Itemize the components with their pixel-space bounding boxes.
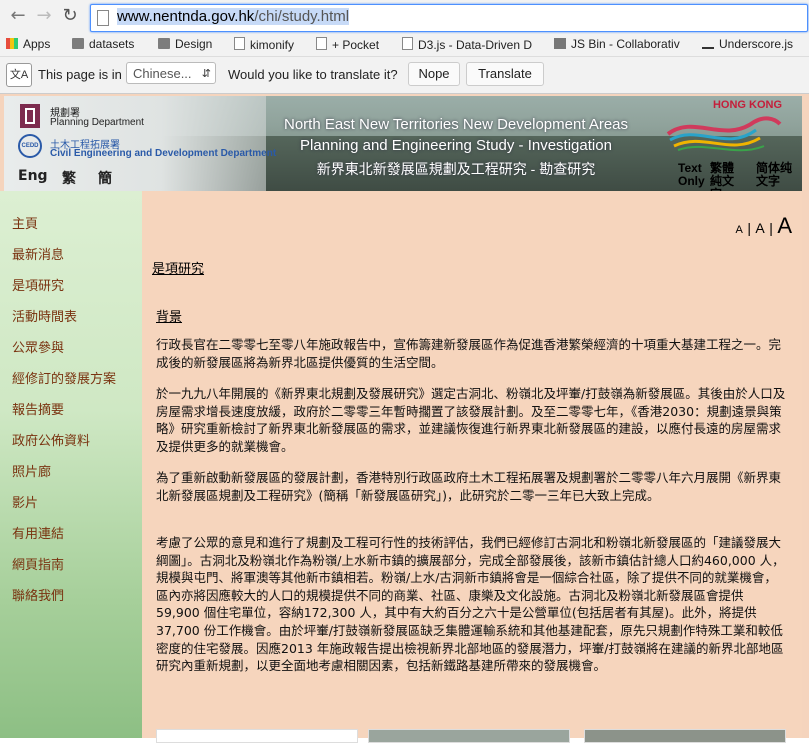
folder-icon <box>72 38 84 49</box>
sidebar-item-photo-gallery[interactable]: 照片廊 <box>12 461 51 480</box>
bookmark-underscore[interactable]: Underscore.js <box>702 37 793 51</box>
cedd-logo: CEDD <box>18 134 42 158</box>
photo-thumbnail[interactable] <box>368 729 570 743</box>
sidebar-item-videos[interactable]: 影片 <box>12 492 38 511</box>
font-large-button[interactable]: A <box>777 213 792 238</box>
sidebar-item-useful-links[interactable]: 有用連結 <box>12 523 64 542</box>
banner-title-zh: 新界東北新發展區規劃及工程研究 - 勘查研究 <box>316 161 596 177</box>
sidebar-item-government-info[interactable]: 政府公佈資料 <box>12 430 90 449</box>
sidebar-item-news[interactable]: 最新消息 <box>12 244 64 263</box>
bookmark-design[interactable]: Design <box>158 37 212 51</box>
sidebar-item-home[interactable]: 主頁 <box>12 213 38 232</box>
font-medium-button[interactable]: A <box>755 220 764 236</box>
cedd-en: Civil Engineering and Development Depart… <box>50 148 277 159</box>
planning-dept-en: Planning Department <box>50 117 144 128</box>
translate-icon[interactable]: 文A <box>6 63 32 87</box>
browser-toolbar: ← → ↻ www.nentnda.gov.hk/chi/study.html <box>0 0 809 34</box>
translate-question: Would you like to translate it? <box>228 67 398 82</box>
lang-simplified-link[interactable]: 簡 <box>98 168 112 188</box>
sidebar-item-revised-scheme[interactable]: 經修訂的發展方案 <box>12 368 116 387</box>
font-size-controls: A | A | A <box>735 213 792 238</box>
sidebar-item-study[interactable]: 是項研究 <box>12 275 64 294</box>
bookmarks-bar: Apps datasets Design kimonify + Pocket D… <box>0 34 809 57</box>
translate-bar: 文A This page is in Chinese... ⇵ Would you… <box>0 57 809 94</box>
translate-button[interactable]: Translate <box>466 62 544 86</box>
text-only-en-link[interactable]: Text Only <box>678 162 714 188</box>
web-page: 規劃署 Planning Department CEDD 土木工程拓展署 Civ… <box>0 94 809 743</box>
lang-english-link[interactable]: Eng <box>18 168 48 184</box>
translate-prefix: This page is in <box>38 67 122 82</box>
page-title: 是項研究 <box>152 262 205 277</box>
sidebar-item-contact-us[interactable]: 聯絡我們 <box>12 585 64 604</box>
url-text[interactable]: www.nentnda.gov.hk/chi/study.html <box>117 8 350 25</box>
font-small-button[interactable]: A <box>736 224 743 236</box>
forward-arrow-icon[interactable]: → <box>34 5 54 27</box>
sidebar-item-site-guide[interactable]: 網頁指南 <box>12 554 64 573</box>
paragraph: 考慮了公眾的意見和進行了規劃及工程可行性的技術評估，我們已經修訂古洞北和粉嶺北新… <box>156 535 785 674</box>
logo-area: 規劃署 Planning Department CEDD 土木工程拓展署 Civ… <box>4 96 276 191</box>
photo-thumbnail[interactable] <box>156 729 358 743</box>
main-content: A | A | A 是項研究 背景 行政長官在二零零七至零八年施政報告中，宣佈籌… <box>142 191 802 743</box>
folder-icon <box>158 38 170 49</box>
language-select[interactable]: Chinese... ⇵ <box>126 62 216 84</box>
hong-kong-brand-text: HONG KONG <box>712 99 782 111</box>
header-banner: 規劃署 Planning Department CEDD 土木工程拓展署 Civ… <box>4 96 802 191</box>
address-bar[interactable]: www.nentnda.gov.hk/chi/study.html <box>90 4 808 32</box>
paragraph: 於一九九八年開展的《新界東北規劃及發展研究》選定古洞北、粉嶺北及坪輋/打鼓嶺為新… <box>156 386 786 454</box>
back-arrow-icon[interactable]: ← <box>8 5 28 27</box>
bookmark-datasets[interactable]: datasets <box>72 37 134 51</box>
text-only-trad-link[interactable]: 繁體純文字 <box>710 162 744 192</box>
jsbin-icon <box>554 38 566 49</box>
text-only-simp-link[interactable]: 简体纯文字 <box>756 162 792 188</box>
lang-traditional-link[interactable]: 繁 <box>62 168 76 188</box>
page-icon <box>316 37 327 50</box>
page-icon <box>97 10 109 26</box>
bookmark-apps[interactable]: Apps <box>6 37 50 51</box>
bookmark-jsbin[interactable]: JS Bin - Collaborativ <box>554 37 680 51</box>
page-icon <box>234 37 245 50</box>
planning-department-logo <box>20 104 40 128</box>
reload-icon[interactable]: ↻ <box>60 5 80 27</box>
banner-title-line2: Planning and Engineering Study - Investi… <box>300 137 612 154</box>
nope-button[interactable]: Nope <box>408 62 460 86</box>
apps-grid-icon <box>6 38 18 49</box>
photo-thumbnail[interactable] <box>584 729 786 743</box>
banner-title-line1: North East New Territories New Developme… <box>283 116 629 133</box>
select-chevron-icon: ⇵ <box>201 68 211 80</box>
bookmark-kimonify[interactable]: kimonify <box>234 37 294 52</box>
sidebar-item-report-summary[interactable]: 報告摘要 <box>12 399 64 418</box>
bookmark-d3js[interactable]: D3.js - Data-Driven D <box>402 37 532 52</box>
bookmark-pocket[interactable]: + Pocket <box>316 37 379 52</box>
page-icon <box>402 37 413 50</box>
hong-kong-brand-logo <box>666 116 782 152</box>
underscore-icon <box>702 41 714 49</box>
sidebar-nav: 主頁 最新消息 是項研究 活動時間表 公眾參與 經修訂的發展方案 報告摘要 政府… <box>0 191 142 738</box>
paragraph: 行政長官在二零零七至零八年施政報告中，宣佈籌建新發展區作為促進香港繁榮經濟的十項… <box>156 337 782 370</box>
paragraph: 為了重新啟動新發展區的發展計劃，香港特別行政區政府土木工程拓展署及規劃署於二零零… <box>156 470 782 503</box>
section-heading: 背景 <box>156 310 183 325</box>
sidebar-item-schedule[interactable]: 活動時間表 <box>12 306 77 325</box>
sidebar-item-public-engagement[interactable]: 公眾參與 <box>12 337 64 356</box>
